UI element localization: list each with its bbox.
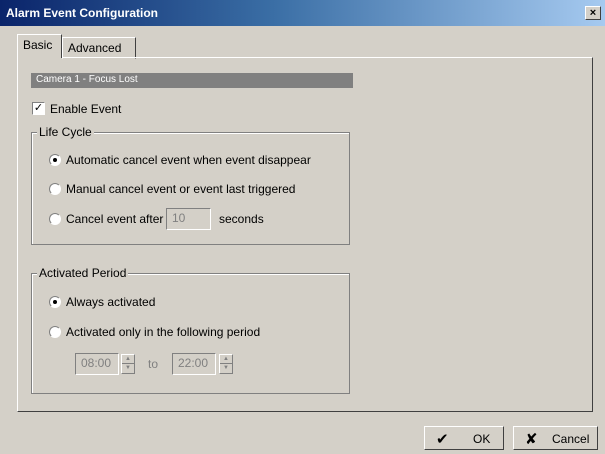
ok-button[interactable]: ✔ OK [424,426,504,450]
spin-up-icon[interactable]: ▲ [220,355,232,364]
spin-up-icon[interactable]: ▲ [122,355,134,364]
start-time-input[interactable]: 08:00 [75,353,119,375]
seconds-label: seconds [219,212,264,226]
cancel-after-seconds-input[interactable]: 10 [166,208,211,230]
close-button[interactable]: × [585,6,601,20]
activated-period-title: Activated Period [37,266,129,280]
x-icon: ✘ [525,431,538,448]
end-time-spinner[interactable]: ▲ ▼ [219,354,233,374]
start-time-spinner[interactable]: ▲ ▼ [121,354,135,374]
enable-event-label[interactable]: Enable Event [50,102,121,116]
radio-always-activated[interactable] [49,296,61,308]
radio-cancel-after[interactable] [49,213,61,225]
tab-basic[interactable]: Basic [17,34,62,58]
window-title: Alarm Event Configuration [6,6,159,20]
cancel-button-label: Cancel [552,432,590,446]
enable-event-checkbox[interactable]: ✓ [32,102,45,115]
cancel-after-label[interactable]: Cancel event after [66,212,163,226]
tab-advanced-label: Advanced [68,41,122,55]
title-bar[interactable]: Alarm Event Configuration × [0,0,605,26]
checkmark-icon: ✓ [33,102,44,114]
alarm-event-dialog: Alarm Event Configuration × Basic Advanc… [0,0,605,454]
life-cycle-title: Life Cycle [37,125,94,139]
radio-manual-cancel[interactable] [49,183,61,195]
cancel-button[interactable]: ✘ Cancel [513,426,598,450]
checkmark-icon: ✔ [436,431,449,448]
ok-button-label: OK [473,432,491,446]
close-icon: × [589,7,597,19]
end-time-input[interactable]: 22:00 [172,353,216,375]
tab-basic-label: Basic [23,38,53,52]
spin-down-icon[interactable]: ▼ [220,364,232,373]
to-label: to [148,357,159,371]
manual-cancel-label[interactable]: Manual cancel event or event last trigge… [66,182,295,196]
radio-automatic-cancel[interactable] [49,154,61,166]
automatic-cancel-label[interactable]: Automatic cancel event when event disapp… [66,153,311,167]
always-activated-label[interactable]: Always activated [66,295,155,309]
camera-label-bar: Camera 1 - Focus Lost [31,73,353,88]
spin-down-icon[interactable]: ▼ [122,364,134,373]
radio-activated-period[interactable] [49,326,61,338]
activated-period-label[interactable]: Activated only in the following period [66,325,260,339]
tab-advanced[interactable]: Advanced [62,37,136,59]
